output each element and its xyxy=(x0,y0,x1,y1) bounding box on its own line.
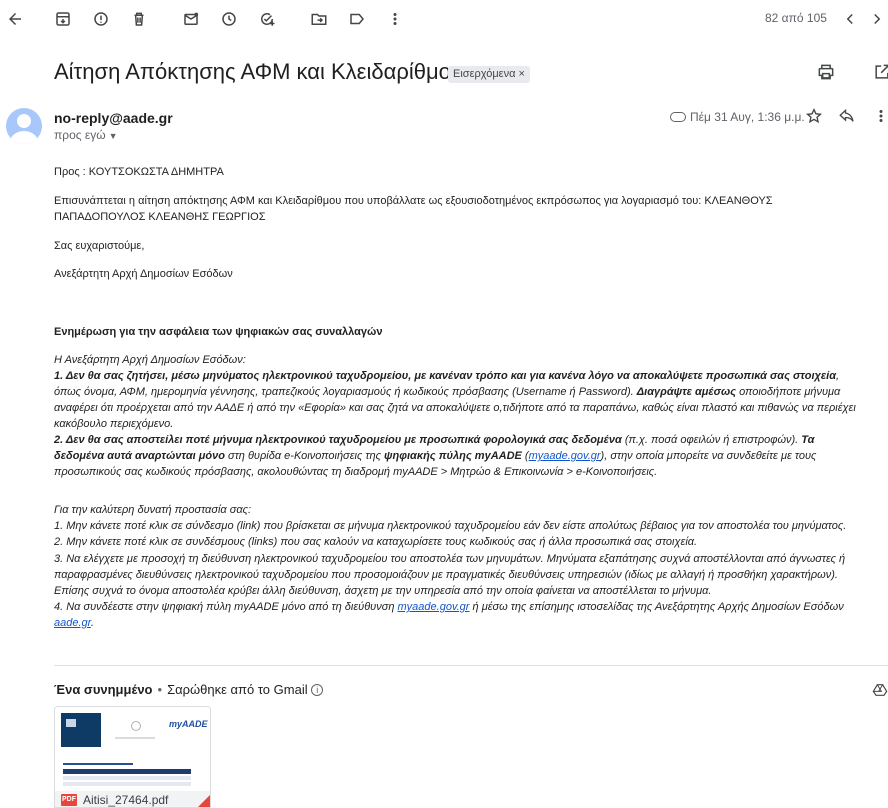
point2-bold2: Τα xyxy=(801,434,815,446)
point1-l2a: όπως όνομα, ΑΦΜ, ημερομηνία γέννησης, τρ… xyxy=(54,386,637,398)
attachments-divider xyxy=(54,665,888,666)
info-icon[interactable]: i xyxy=(311,684,324,696)
pdf-icon: PDF xyxy=(61,794,77,806)
thumb-seal xyxy=(131,721,141,731)
tip3-line1: 3. Να ελέγχετε με προσοχή τη διεύθυνση η… xyxy=(54,553,846,565)
thumb-myaade-logo: myAADE xyxy=(169,719,208,729)
tip3-line2: παραφρασμένες διευθύνσεις ηλεκτρονικού τ… xyxy=(54,569,838,581)
pager-count: 82 από 105 xyxy=(765,11,827,25)
security-point1-line4: κακόβουλο περιεχόμενο. xyxy=(54,418,174,430)
security-point1-line1: 1. Δεν θα σας ζητήσει, μέσω μηνύματος ηλ… xyxy=(54,368,839,384)
security-title: Ενημέρωση για την ασφάλεια των ψηφιακών … xyxy=(54,326,383,338)
body-para1-line1: Επισυνάπτεται η αίτηση απόκτησης ΑΦΜ και… xyxy=(54,195,773,207)
separator-dot: • xyxy=(157,682,163,697)
toolbar: 82 από 105 xyxy=(0,0,888,38)
attachment-file-name: Aitisi_27464.pdf xyxy=(83,793,169,807)
print-icon[interactable] xyxy=(816,62,836,82)
archive-icon[interactable] xyxy=(52,8,74,30)
point2-l2b: ( xyxy=(521,450,529,462)
tip3-line3: Επίσης συχνά το όνομα αποστολέα κρύβει ά… xyxy=(54,585,712,597)
report-spam-icon[interactable] xyxy=(90,8,112,30)
attachment-file-row[interactable]: PDF Aitisi_27464.pdf xyxy=(55,791,210,807)
point2-bold: 2. Δεν θα σας αποστείλει ποτέ μήνυμα ηλε… xyxy=(54,434,622,446)
label-icon[interactable] xyxy=(346,8,368,30)
tip4-line1: 4. Να συνδέεστε στην ψηφιακή πύλη myAADE… xyxy=(54,599,844,615)
remove-label-icon[interactable]: × xyxy=(518,68,524,80)
open-in-new-window-icon[interactable] xyxy=(872,62,888,82)
body-para1-line2: ΠΑΠΑΔΟΠΟΥΛΟΣ ΚΛΕΑΝΘΗΣ ΓΕΩΡΓΙΟΣ xyxy=(54,211,266,223)
point2-l2c: ), στην οποία μπορείτε να συνδεθείτε με … xyxy=(600,450,817,462)
aade-link[interactable]: aade.gr xyxy=(54,617,91,629)
label-text: Εισερχόμενα xyxy=(453,68,516,80)
subject-row: Αίτηση Απόκτησης ΑΦΜ και Κλειδαρίθμου Ει… xyxy=(54,56,888,88)
recipient-details[interactable]: προς εγώ ▼ xyxy=(54,128,118,142)
point2-l2a: στη θυρίδα e-Κοινοποιήσεις της xyxy=(225,450,385,462)
point1-l2b: οποιοδήποτε μήνυμα xyxy=(736,386,841,398)
next-chevron-icon[interactable] xyxy=(866,8,888,30)
myaade-link[interactable]: myaade.gov.gr xyxy=(529,450,601,462)
security-point2-line2: δεδομένα αυτά αναρτώνται μόνο στη θυρίδα… xyxy=(54,448,816,464)
previous-chevron-icon[interactable] xyxy=(839,8,861,30)
thumb-letterhead xyxy=(61,713,101,747)
tip4-end: . xyxy=(90,617,94,629)
email-meta: Πέμ 31 Αυγ, 1:36 μ.μ. xyxy=(670,110,805,124)
thumb-table-row xyxy=(63,776,191,780)
security-point2-line1: 2. Δεν θα σας αποστείλει ποτέ μήνυμα ηλε… xyxy=(54,432,814,448)
tips-intro: Για την καλύτερη δυνατή προστασία σας: xyxy=(54,504,252,516)
point1-delete-now: Διαγράψτε αμέσως xyxy=(636,386,737,398)
message-more-icon[interactable] xyxy=(875,107,887,125)
attachment-thumbnail: myAADE xyxy=(55,707,210,802)
label-tag-icon xyxy=(670,112,686,122)
page-fold-icon xyxy=(196,793,210,807)
sender-address[interactable]: no-reply@aade.gr xyxy=(54,110,173,126)
thanks-line: Σας ευχαριστούμε, xyxy=(54,240,145,252)
sender-avatar xyxy=(6,108,42,144)
tip4-a: 4. Να συνδέεστε στην ψηφιακή πύλη myAADE… xyxy=(54,601,398,613)
scan-note: Σαρώθηκε από το Gmail xyxy=(167,682,308,697)
avatar-body xyxy=(10,131,38,144)
thumb-table-header xyxy=(63,769,191,774)
tip1-line: 1. Μην κάνετε ποτέ κλικ σε σύνδεσμο (lin… xyxy=(54,520,847,532)
thumb-title-line xyxy=(63,763,133,765)
caret-down-icon[interactable]: ▼ xyxy=(109,131,118,141)
tip4-line2: aade.gr. xyxy=(54,615,94,631)
email-subject: Αίτηση Απόκτησης ΑΦΜ και Κλειδαρίθμου xyxy=(54,59,463,84)
signature-line: Ανεξάρτητη Αρχή Δημοσίων Εσόδων xyxy=(54,268,233,280)
point2-l2-bold2: ψηφιακής πύλης myAADE xyxy=(384,450,522,462)
snooze-clock-icon[interactable] xyxy=(218,8,240,30)
recipient-text: προς εγώ xyxy=(54,128,106,142)
delete-icon[interactable] xyxy=(128,8,150,30)
tip4-myaade-link[interactable]: myaade.gov.gr xyxy=(398,601,470,613)
add-task-icon[interactable] xyxy=(256,8,278,30)
move-to-icon[interactable] xyxy=(308,8,330,30)
thumb-subline xyxy=(115,737,155,739)
tip2-line: 2. Μην κάνετε ποτέ κλικ σε συνδέσμους (l… xyxy=(54,536,698,548)
mark-unread-icon[interactable] xyxy=(180,8,202,30)
reply-icon[interactable] xyxy=(838,107,856,125)
greeting-line: Προς : ΚΟΥΤΣΟΚΩΣΤΑ ΔΗΜΗΤΡΑ xyxy=(54,166,224,178)
more-vertical-icon[interactable] xyxy=(384,8,406,30)
inbox-label-chip[interactable]: Εισερχόμενα × xyxy=(448,66,530,83)
point1-end: , xyxy=(836,370,840,382)
security-intro: Η Ανεξάρτητη Αρχή Δημοσίων Εσόδων: xyxy=(54,354,246,366)
add-to-drive-icon[interactable] xyxy=(872,682,888,698)
attachment-count: Ένα συνημμένο xyxy=(54,682,153,697)
tip4-b: ή μέσω της επίσημης ιστοσελίδας της Ανεξ… xyxy=(469,601,844,613)
avatar-head xyxy=(17,114,31,128)
back-arrow-icon[interactable] xyxy=(4,8,26,30)
security-point2-line3: προσωπικούς σας κωδικούς πρόσβασης, ακολ… xyxy=(54,466,658,478)
attachment-card[interactable]: myAADE PDF Aitisi_27464.pdf xyxy=(54,706,211,808)
security-point1-line2: όπως όνομα, ΑΦΜ, ημερομηνία γέννησης, τρ… xyxy=(54,384,840,400)
attachments-header: Ένα συνημμένο • Σαρώθηκε από το Gmail i xyxy=(54,682,324,697)
email-date: Πέμ 31 Αυγ, 1:36 μ.μ. xyxy=(690,110,805,124)
point2-l1a: (π.χ. ποσά οφειλών ή επιστροφών). xyxy=(621,434,802,446)
star-icon[interactable] xyxy=(805,107,823,125)
point1-bold: 1. Δεν θα σας ζητήσει, μέσω μηνύματος ηλ… xyxy=(54,370,837,382)
security-point1-line3: αναφέρει ότι προέρχεται από την ΑΑΔΕ ή α… xyxy=(54,402,856,414)
thumb-table-row xyxy=(63,782,191,786)
point2-l2-bold: δεδομένα αυτά αναρτώνται μόνο xyxy=(54,450,225,462)
